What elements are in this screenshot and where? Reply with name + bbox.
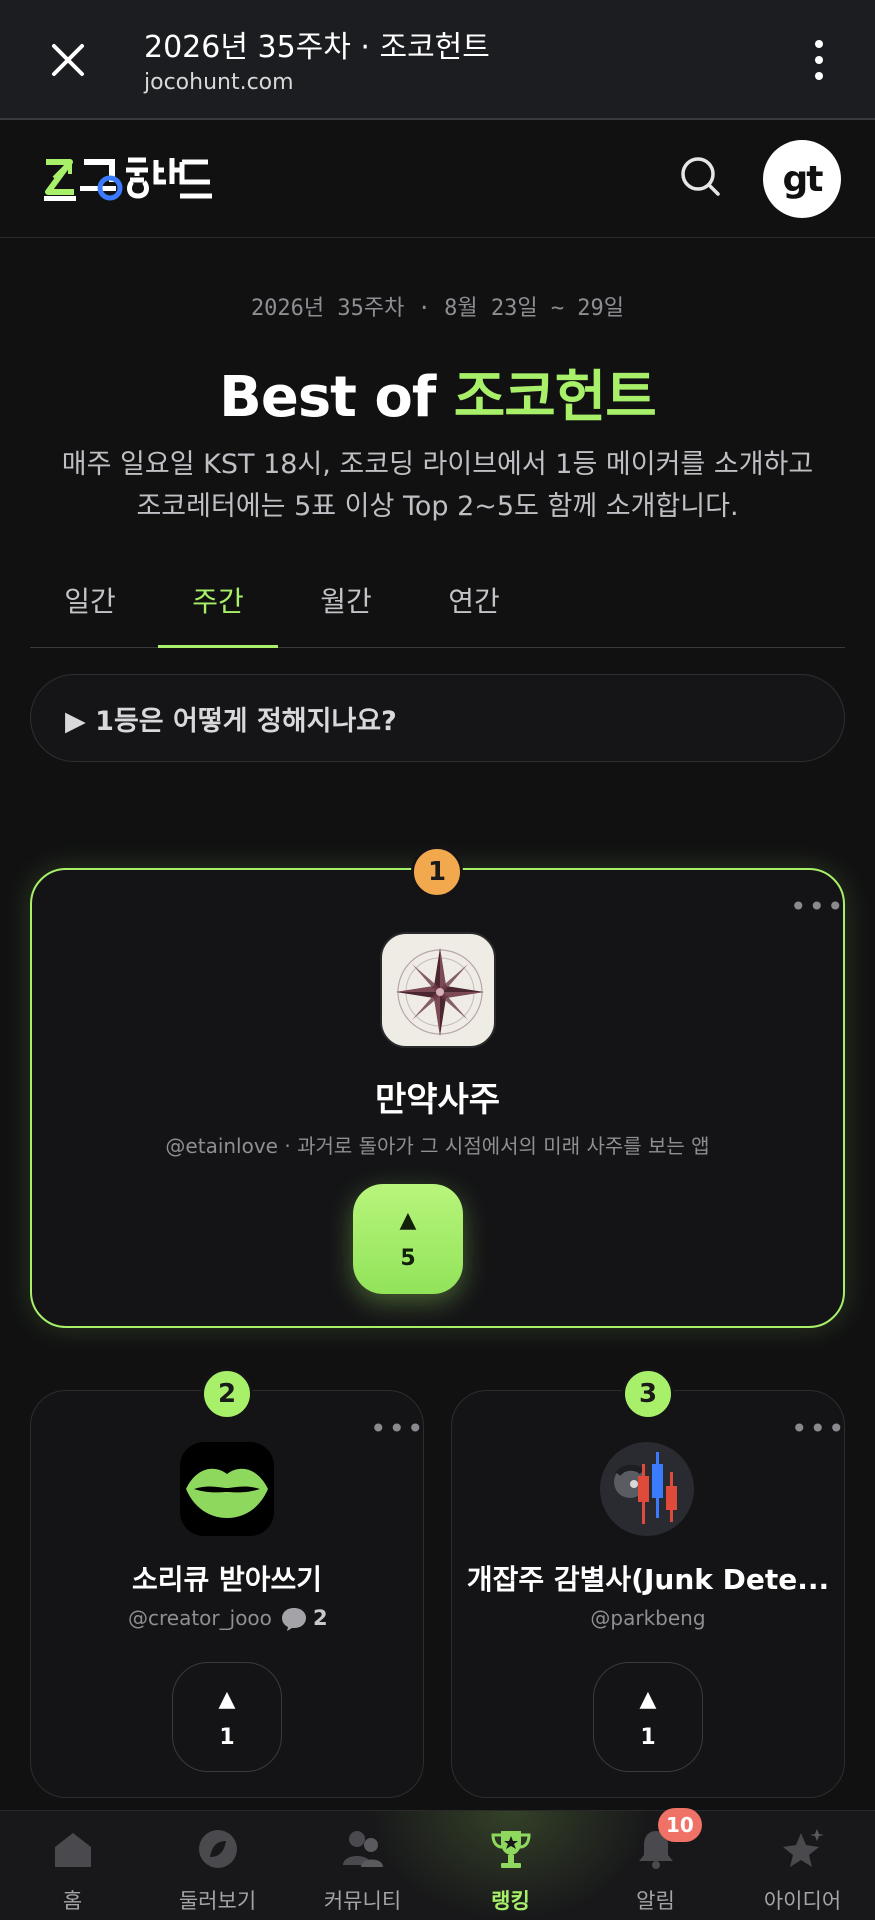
page-title-accent: 조코헌트 bbox=[453, 365, 657, 430]
tab-daily[interactable]: 일간 bbox=[30, 580, 150, 648]
faq-toggle[interactable]: ▶ 1등은 어떻게 정해지나요? bbox=[30, 674, 845, 762]
browser-toolbar: 2026년 35주차 · 조코헌트 jocohunt.com bbox=[0, 0, 875, 120]
upvote-button[interactable]: ▲ 1 bbox=[593, 1662, 703, 1772]
page-description: 매주 일요일 KST 18시, 조코딩 라이브에서 1등 메이커를 소개하고 조… bbox=[61, 449, 814, 522]
tab-yearly[interactable]: 연간 bbox=[414, 580, 534, 648]
period-tabs: 일간 주간 월간 연간 bbox=[30, 570, 845, 648]
tab-weekly[interactable]: 주간 bbox=[158, 580, 278, 648]
nav-ideas[interactable]: 아이디어 bbox=[730, 1821, 875, 1915]
upvote-arrow-icon: ▲ bbox=[639, 1687, 657, 1712]
lips-icon bbox=[180, 1442, 274, 1536]
nav-ranking[interactable]: 랭킹 bbox=[438, 1821, 583, 1915]
nav-label: 알림 bbox=[636, 1889, 675, 1913]
page-title-prefix: Best of bbox=[219, 365, 454, 430]
comment-icon bbox=[282, 1608, 306, 1631]
app-author: @creator_jooo bbox=[128, 1606, 272, 1630]
home-icon bbox=[54, 1833, 91, 1867]
upvote-button[interactable]: ▲ 1 bbox=[172, 1662, 282, 1772]
more-horizontal-icon[interactable]: ••• bbox=[370, 1412, 426, 1445]
rank-badge-2: 2 bbox=[201, 1368, 253, 1420]
rank-badge-3: 3 bbox=[622, 1368, 674, 1420]
close-icon[interactable] bbox=[44, 36, 92, 84]
app-subtitle: @etainlove · 과거로 돌아가 그 시점에서의 미래 사주를 보는 앱 bbox=[165, 1134, 710, 1158]
rank-badge-1: 1 bbox=[411, 846, 463, 898]
app-name[interactable]: 개잡주 감별사(Junk Dete... bbox=[451, 1558, 845, 1598]
upvote-button[interactable]: ▲ 5 bbox=[353, 1184, 463, 1294]
avatar[interactable]: gt bbox=[763, 140, 841, 218]
app-name[interactable]: 소리큐 받아쓰기 bbox=[30, 1558, 424, 1598]
more-vertical-icon[interactable] bbox=[803, 38, 835, 82]
tab-monthly[interactable]: 월간 bbox=[286, 580, 406, 648]
trophy-icon bbox=[490, 1831, 531, 1868]
candlestick-chart-icon bbox=[600, 1442, 694, 1536]
nav-notifications[interactable]: 알림 bbox=[583, 1821, 728, 1915]
browser-page-title: 2026년 35주차 · 조코헌트 bbox=[144, 30, 490, 65]
page-title: Best of 조코헌트 bbox=[0, 352, 875, 433]
notification-badge: 10 bbox=[658, 1808, 702, 1842]
bottom-navigation: 홈 둘러보기 커뮤니티 랭킹 알림 아이디어 bbox=[0, 1810, 875, 1920]
nav-home[interactable]: 홈 bbox=[0, 1821, 145, 1915]
upvote-arrow-icon: ▲ bbox=[218, 1687, 236, 1712]
sparkle-icon bbox=[782, 1829, 824, 1867]
search-icon[interactable] bbox=[676, 152, 724, 200]
nav-community[interactable]: 커뮤니티 bbox=[290, 1821, 435, 1915]
nav-label: 홈 bbox=[62, 1889, 83, 1913]
browser-url: jocohunt.com bbox=[144, 70, 294, 95]
app-name[interactable]: 만약사주 bbox=[30, 1072, 845, 1121]
comment-count: 2 bbox=[313, 1606, 328, 1630]
jocohunt-logo[interactable] bbox=[40, 152, 220, 208]
community-icon bbox=[342, 1831, 383, 1867]
vote-count: 1 bbox=[219, 1725, 235, 1750]
compass-icon bbox=[380, 932, 496, 1048]
week-range: 2026년 35주차 · 8월 23일 ~ 29일 bbox=[250, 296, 625, 321]
nav-label: 커뮤니티 bbox=[323, 1889, 402, 1913]
nav-explore[interactable]: 둘러보기 bbox=[145, 1821, 290, 1915]
nav-label: 랭킹 bbox=[491, 1889, 530, 1913]
nav-label: 아이디어 bbox=[763, 1889, 842, 1913]
more-horizontal-icon[interactable]: ••• bbox=[790, 890, 846, 923]
site-header bbox=[0, 122, 875, 238]
explore-icon bbox=[198, 1830, 237, 1868]
vote-count: 5 bbox=[400, 1246, 416, 1271]
more-horizontal-icon[interactable]: ••• bbox=[791, 1412, 847, 1445]
nav-label: 둘러보기 bbox=[178, 1889, 257, 1913]
vote-count: 1 bbox=[640, 1725, 656, 1750]
app-author: @parkbeng bbox=[590, 1606, 706, 1630]
upvote-arrow-icon: ▲ bbox=[399, 1208, 417, 1233]
